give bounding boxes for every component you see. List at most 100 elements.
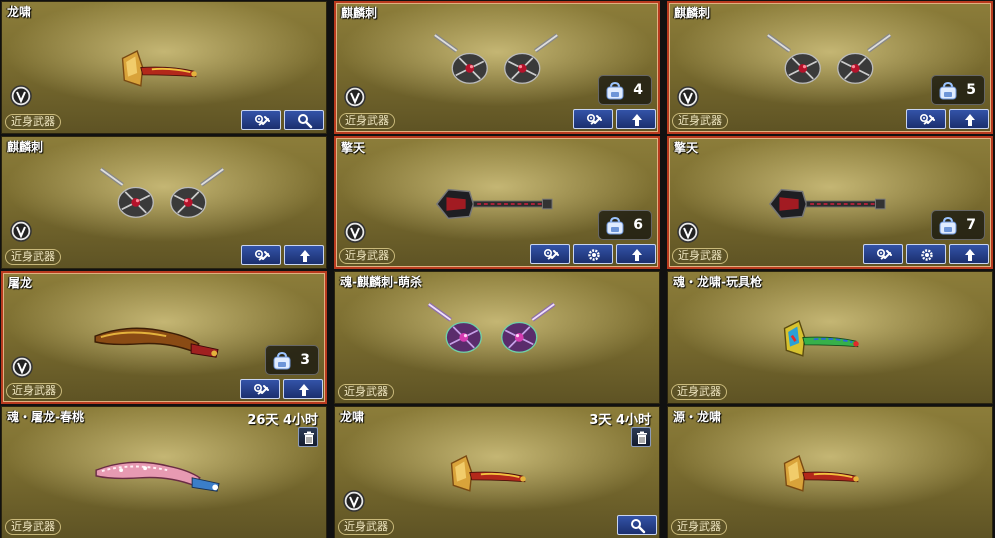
trash-icon — [302, 431, 316, 445]
count-number: 7 — [966, 217, 976, 233]
category-tag: 近身武器 — [6, 383, 62, 399]
weapon-card[interactable]: 麒麟刺 近身武器 — [1, 136, 327, 269]
v-badge-icon — [677, 221, 699, 243]
backpack-icon — [605, 82, 625, 100]
category-tag: 近身武器 — [5, 249, 61, 265]
weapon-name: 擎天 — [674, 141, 699, 155]
weapon-name: 魂-麒麟刺-萌杀 — [340, 275, 422, 289]
weapon-name: 麒麟刺 — [7, 140, 44, 154]
rental-timer: 3天 4小时 — [589, 413, 651, 428]
weapon-claw-right-image — [829, 33, 899, 95]
wrench-gear-icon — [586, 112, 602, 128]
weapon-card[interactable]: 麒麟刺 4 近身武器 — [334, 1, 660, 134]
trash-icon — [635, 431, 649, 445]
up-arrow-button[interactable] — [616, 244, 656, 264]
delete-button[interactable] — [631, 427, 651, 447]
weapon-grid: 龙啸 近身武器 麒麟刺 4 近身武器 麒麟刺 5 近身武器 麒麟刺 近身武器 擎… — [0, 0, 995, 538]
backpack-icon — [938, 217, 958, 235]
weapon-card[interactable]: 源・龙啸 近身武器 — [667, 406, 993, 538]
weapon-name: 魂・屠龙-春桃 — [7, 410, 84, 424]
gear-button[interactable] — [573, 244, 613, 264]
weapon-axe-image — [768, 445, 878, 500]
v-badge-icon — [10, 85, 32, 107]
up-arrow-button[interactable] — [949, 109, 989, 129]
v-badge-icon — [11, 356, 33, 378]
v-badge-icon — [344, 221, 366, 243]
up-arrow-button[interactable] — [284, 245, 324, 265]
weapon-card[interactable]: 魂・龙啸-玩具枪 近身武器 — [667, 271, 993, 404]
weapon-card[interactable]: 屠龙 3 近身武器 — [1, 271, 327, 404]
weapon-shovel-image — [764, 180, 889, 228]
inventory-count: 6 — [598, 210, 652, 240]
weapon-axe-image — [435, 445, 545, 500]
up-arrow-icon — [296, 382, 312, 398]
inspect-button[interactable] — [617, 515, 657, 535]
weapon-card[interactable]: 擎天 6 近身武器 — [334, 136, 660, 269]
inventory-count: 7 — [931, 210, 985, 240]
v-badge-icon — [10, 220, 32, 242]
weapon-name: 魂・龙啸-玩具枪 — [673, 275, 762, 289]
category-tag: 近身武器 — [339, 248, 395, 264]
count-number: 4 — [633, 82, 643, 98]
up-arrow-button[interactable] — [616, 109, 656, 129]
weapon-name: 麒麟刺 — [341, 6, 378, 20]
wrench-gear-icon — [253, 382, 269, 398]
wrench-gear-icon — [543, 247, 559, 263]
upgrade-button[interactable] — [863, 244, 903, 264]
weapon-card[interactable]: 擎天 7 近身武器 — [667, 136, 993, 269]
gear-icon — [586, 247, 602, 263]
up-arrow-icon — [629, 112, 645, 128]
weapon-claw-right-image — [493, 302, 563, 364]
wrench-gear-icon — [254, 248, 270, 264]
category-tag: 近身武器 — [672, 248, 728, 264]
weapon-claw-left-image — [420, 302, 490, 364]
weapon-name: 屠龙 — [8, 276, 33, 290]
inspect-button[interactable] — [284, 110, 324, 130]
weapon-card[interactable]: 麒麟刺 5 近身武器 — [667, 1, 993, 134]
category-tag: 近身武器 — [339, 113, 395, 129]
gear-icon — [919, 247, 935, 263]
category-tag: 近身武器 — [5, 114, 61, 130]
rental-timer: 26天 4小时 — [247, 413, 318, 428]
category-tag: 近身武器 — [672, 113, 728, 129]
weapon-claw-left-image — [426, 33, 496, 95]
up-arrow-button[interactable] — [949, 244, 989, 264]
upgrade-button[interactable] — [241, 110, 281, 130]
count-number: 6 — [633, 217, 643, 233]
v-badge-icon — [344, 86, 366, 108]
weapon-shovel-image — [431, 180, 556, 228]
up-arrow-icon — [962, 247, 978, 263]
count-number: 5 — [966, 82, 976, 98]
delete-button[interactable] — [298, 427, 318, 447]
wrench-gear-icon — [876, 247, 892, 263]
upgrade-button[interactable] — [241, 245, 281, 265]
backpack-icon — [938, 82, 958, 100]
upgrade-button[interactable] — [530, 244, 570, 264]
up-arrow-button[interactable] — [283, 379, 323, 399]
magnifier-icon — [297, 113, 313, 129]
weapon-card[interactable]: 龙啸 3天 4小时 近身武器 — [334, 406, 660, 538]
inventory-count: 4 — [598, 75, 652, 105]
weapon-claw-left-image — [92, 167, 162, 229]
weapon-name: 龙啸 — [7, 5, 32, 19]
upgrade-button[interactable] — [240, 379, 280, 399]
weapon-name: 麒麟刺 — [674, 6, 711, 20]
up-arrow-icon — [962, 112, 978, 128]
upgrade-button[interactable] — [573, 109, 613, 129]
gear-button[interactable] — [906, 244, 946, 264]
weapon-claw-left-image — [759, 33, 829, 95]
upgrade-button[interactable] — [906, 109, 946, 129]
v-badge-icon — [677, 86, 699, 108]
weapon-card[interactable]: 魂-麒麟刺-萌杀 近身武器 — [334, 271, 660, 404]
weapon-card[interactable]: 龙啸 近身武器 — [1, 1, 327, 134]
weapon-toy-axe-image — [768, 310, 878, 365]
magnifier-icon — [630, 518, 646, 534]
backpack-icon — [605, 217, 625, 235]
up-arrow-icon — [629, 247, 645, 263]
weapon-axe-image — [106, 40, 216, 95]
weapon-name: 源・龙啸 — [673, 410, 722, 424]
weapon-name: 擎天 — [341, 141, 366, 155]
up-arrow-icon — [297, 248, 313, 264]
weapon-card[interactable]: 魂・屠龙-春桃 26天 4小时 近身武器 — [1, 406, 327, 538]
weapon-claw-right-image — [496, 33, 566, 95]
